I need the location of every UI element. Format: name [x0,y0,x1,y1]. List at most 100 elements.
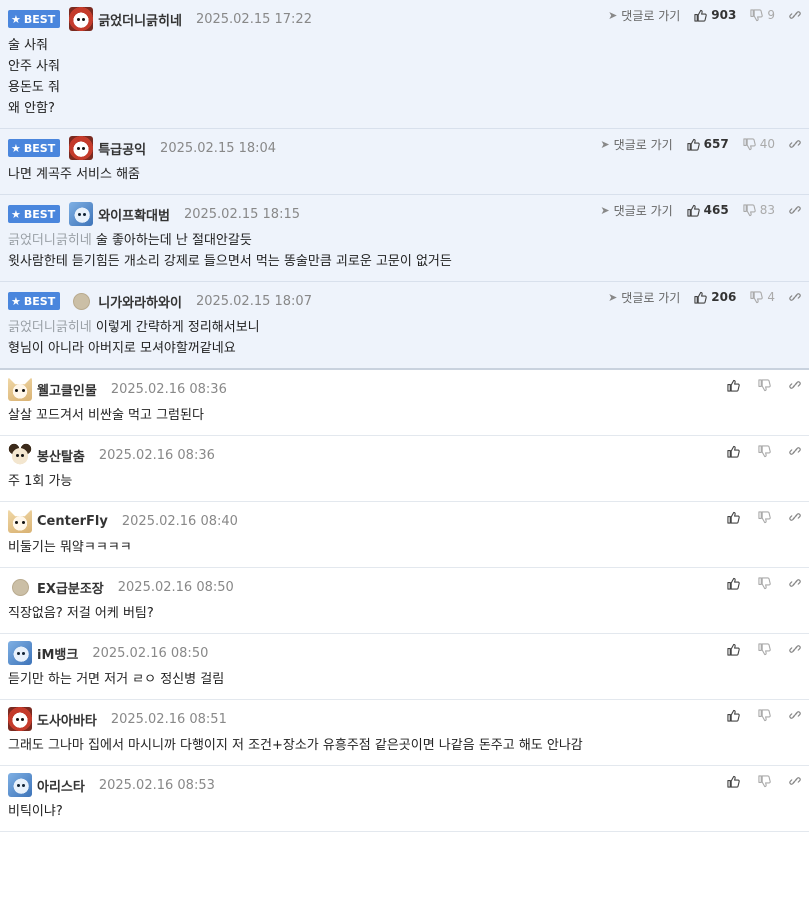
avatar-red-dog-icon[interactable] [69,136,94,160]
comment-list: ★ BEST 긁었더니긁히네 2025.02.15 17:22 ➤ 댓글로 가기 903 9 술… [0,0,809,832]
downvote-button[interactable] [758,708,775,722]
link-icon[interactable] [789,379,801,391]
goto-label: 댓글로 가기 [621,290,681,305]
downvote-button[interactable]: 40 [743,137,775,151]
comment-body: 긁었더니긁히네 술 좋아하는데 난 절대안갈듯 윗사람한테 듣기힘든 개소리 강제… [8,226,801,281]
avatar-fox-icon[interactable] [8,509,32,533]
comment-line: 윗사람한테 듣기힘든 개소리 강제로 들으면서 먹는 똥술만큼 괴로운 고문이 … [8,251,801,272]
downvote-button[interactable]: 83 [743,203,775,217]
mention-nickname[interactable]: 긁었더니긁히네 [8,320,92,335]
author-nickname[interactable]: CenterFly [37,514,108,529]
link-icon[interactable] [789,9,801,21]
star-icon: ★ [11,141,21,155]
comment-date: 2025.02.16 08:51 [110,711,227,727]
comment-actions [727,774,801,788]
upvote-button[interactable] [727,445,744,458]
link-icon[interactable] [789,204,801,216]
link-icon[interactable] [789,291,801,303]
thumbs-up-icon [727,643,740,656]
goto-comment-link[interactable]: ➤ 댓글로 가기 [608,289,680,306]
comment-actions [727,642,801,656]
thumbs-up-icon [694,291,708,304]
link-icon[interactable] [789,138,801,150]
send-arrow-icon: ➤ [600,137,610,151]
comment-line: 듣기만 하는 거면 저거 ㄹㅇ 정신병 걸림 [8,669,801,690]
downvote-button[interactable] [758,444,775,458]
upvote-button[interactable]: 657 [687,137,729,151]
upvote-button[interactable]: 465 [687,203,729,217]
author-nickname[interactable]: 특급공익 [98,139,146,158]
upvote-button[interactable] [727,577,744,590]
link-icon[interactable] [789,445,801,457]
best-label: BEST [23,141,56,155]
comment-text: 술 사줘 [8,38,49,53]
comment-text: 살살 꼬드겨서 비싼술 먹고 그럼된다 [8,408,204,423]
goto-comment-link[interactable]: ➤ 댓글로 가기 [608,7,680,24]
avatar-red-dog-icon[interactable] [69,7,94,31]
author-nickname[interactable]: 아리스타 [37,776,85,795]
downvote-button[interactable] [758,510,775,524]
upvote-button[interactable]: 903 [694,8,736,22]
thumbs-down-icon [758,444,771,458]
comment-line: 안주 사줘 [8,56,801,77]
avatar-red-dog-icon[interactable] [8,707,32,731]
upvote-button[interactable] [727,709,744,722]
author-nickname[interactable]: 봉산탈춤 [37,446,85,465]
link-icon[interactable] [789,511,801,523]
upvote-button[interactable]: 206 [694,290,736,304]
avatar-blue-dog-icon[interactable] [8,641,32,665]
author-nickname[interactable]: 도사아바타 [37,710,97,729]
comment-line: 그래도 그나마 집에서 마시니까 다행이지 저 조건+장소가 유흥주점 같은곳이… [8,735,801,756]
best-label: BEST [23,294,56,308]
comment-text: 이렇게 간략하게 정리해서보니 [95,320,260,335]
author-nickname[interactable]: iM뱅크 [37,644,78,663]
goto-comment-link[interactable]: ➤ 댓글로 가기 [600,136,672,153]
comment: iM뱅크 2025.02.16 08:50 듣기만 하는 거면 저거 ㄹㅇ 정신병 … [0,634,809,700]
avatar-blue-dog-icon[interactable] [8,773,32,797]
author-nickname[interactable]: 니가와라하와이 [98,292,182,311]
comment-body: 비둘기는 뭐얔ㅋㅋㅋㅋ [8,533,801,567]
avatar-dot-icon[interactable] [69,289,93,313]
comment-header: 아리스타 2025.02.16 08:53 [8,773,801,797]
comment: 아리스타 2025.02.16 08:53 비틱이냐? [0,766,809,832]
downvote-button[interactable]: 4 [750,290,775,304]
upvote-button[interactable] [727,511,744,524]
comment: 봉산탈춤 2025.02.16 08:36 주 1회 가능 [0,436,809,502]
star-icon: ★ [11,294,21,308]
comment-actions: ➤ 댓글로 가기 465 83 [600,202,801,219]
author-nickname[interactable]: 와이프확대범 [98,205,170,224]
comment-date: 2025.02.16 08:50 [117,579,234,595]
link-icon[interactable] [789,643,801,655]
link-icon[interactable] [789,577,801,589]
downvote-button[interactable] [758,378,775,392]
link-icon[interactable] [789,775,801,787]
downvote-button[interactable] [758,576,775,590]
comment-body: 비틱이냐? [8,797,801,831]
comment-text: 주 1회 가능 [8,474,73,489]
comment-date: 2025.02.15 17:22 [195,11,312,27]
comment-actions: ➤ 댓글로 가기 657 40 [600,136,801,153]
avatar-dot-icon[interactable] [8,575,32,599]
avatar-dog-icon[interactable] [8,443,32,467]
comment-line: 살살 꼬드겨서 비싼술 먹고 그럼된다 [8,405,801,426]
link-icon[interactable] [789,709,801,721]
comment-line: 주 1회 가능 [8,471,801,492]
avatar-blue-dog-icon[interactable] [69,202,94,226]
avatar-fox-icon[interactable] [8,377,32,401]
author-nickname[interactable]: EX급분조장 [37,578,104,597]
downvote-button[interactable] [758,642,775,656]
downvote-button[interactable]: 9 [750,8,775,22]
comment-body: 그래도 그나마 집에서 마시니까 다행이지 저 조건+장소가 유흥주점 같은곳이… [8,731,801,765]
best-badge: ★ BEST [8,10,61,28]
author-nickname[interactable]: 웰고클인물 [37,380,97,399]
comment-header: 봉산탈춤 2025.02.16 08:36 [8,443,801,467]
comment-actions: ➤ 댓글로 가기 206 4 [608,289,801,306]
upvote-button[interactable] [727,379,744,392]
author-nickname[interactable]: 긁었더니긁히네 [98,10,182,29]
goto-comment-link[interactable]: ➤ 댓글로 가기 [600,202,672,219]
upvote-button[interactable] [727,775,744,788]
mention-nickname[interactable]: 긁었더니긁히네 [8,233,92,248]
downvote-button[interactable] [758,774,775,788]
comment-line: 비틱이냐? [8,801,801,822]
upvote-button[interactable] [727,643,744,656]
